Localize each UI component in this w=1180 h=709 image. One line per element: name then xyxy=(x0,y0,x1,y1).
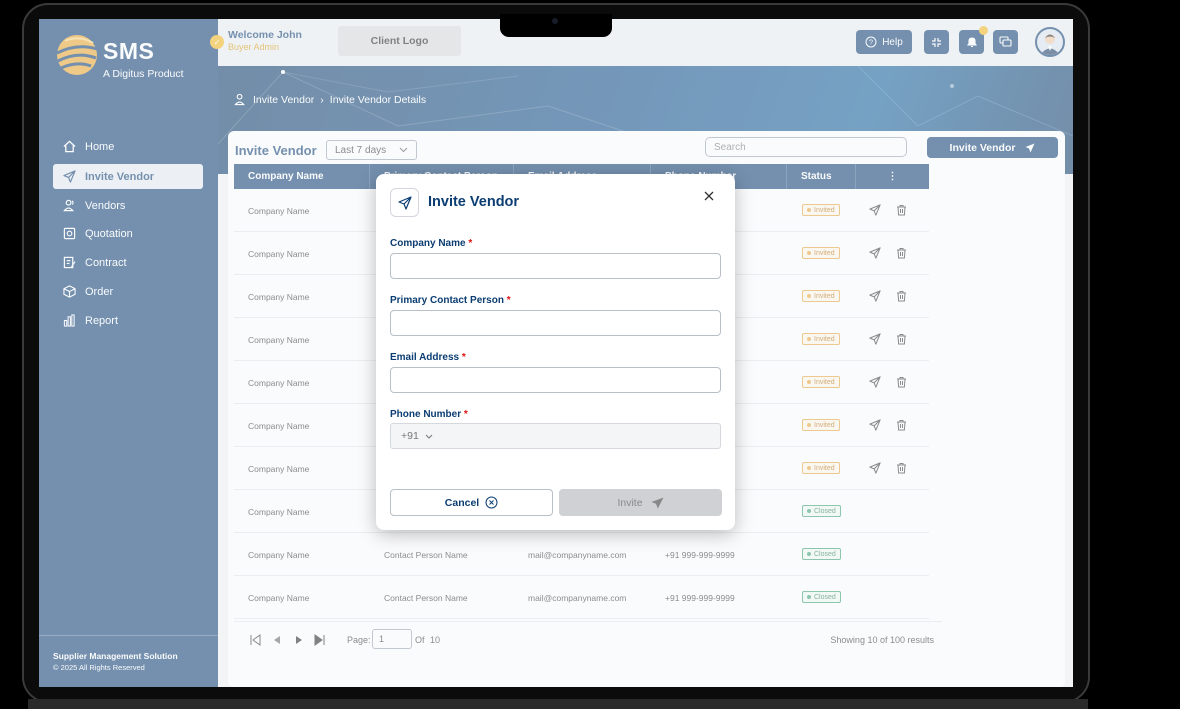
company-name-field[interactable] xyxy=(390,253,721,279)
laptop-base xyxy=(28,699,1088,709)
required-marker: * xyxy=(461,352,466,363)
required-marker: * xyxy=(463,409,468,420)
phone-label: Phone Number * xyxy=(390,409,468,420)
required-marker: * xyxy=(468,238,473,249)
primary-contact-label: Primary Contact Person * xyxy=(390,295,511,306)
camera-notch xyxy=(500,14,612,37)
phone-field[interactable]: +91 xyxy=(390,423,721,449)
chevron-down-icon xyxy=(425,434,433,439)
field-label-text: Company Name xyxy=(390,238,466,249)
company-name-label: Company Name * xyxy=(390,238,472,249)
country-code-select[interactable]: +91 xyxy=(401,430,419,442)
field-label-text: Email Address xyxy=(390,352,460,363)
email-field[interactable] xyxy=(390,367,721,393)
primary-contact-field[interactable] xyxy=(390,310,721,336)
email-label: Email Address * xyxy=(390,352,466,363)
send-icon xyxy=(390,188,419,217)
close-circle-icon xyxy=(485,496,498,509)
required-marker: * xyxy=(506,295,511,306)
field-label-text: Phone Number xyxy=(390,409,462,420)
cancel-label: Cancel xyxy=(444,496,480,509)
camera-lens xyxy=(552,18,558,24)
dialog-title: Invite Vendor xyxy=(428,194,520,210)
invite-label: Invite xyxy=(617,496,643,509)
field-label-text: Primary Contact Person xyxy=(390,295,504,306)
invite-vendor-dialog: Invite Vendor Company Name * Primary Con… xyxy=(376,174,735,530)
invite-button[interactable]: Invite xyxy=(559,489,722,516)
cancel-button[interactable]: Cancel xyxy=(390,489,553,516)
send-icon xyxy=(651,497,664,508)
close-icon[interactable] xyxy=(702,189,716,203)
app-screen: SMS A Digitus Product Home Invite Vendor… xyxy=(39,19,1073,687)
